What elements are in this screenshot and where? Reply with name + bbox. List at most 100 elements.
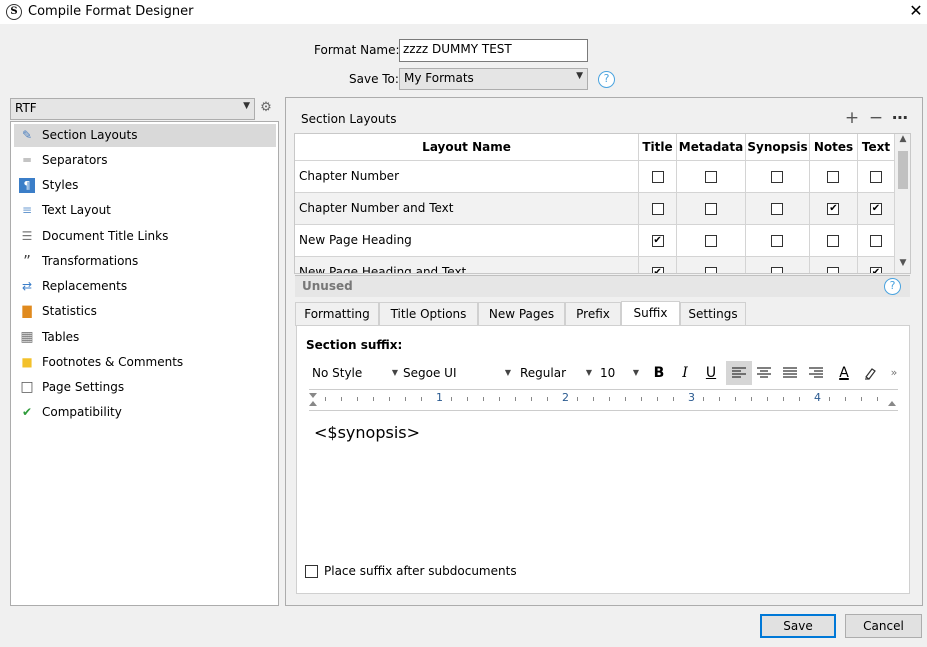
column-header-metadata[interactable]: Metadata xyxy=(676,134,746,161)
font-size-dropdown[interactable]: 10 ▼ xyxy=(600,361,641,385)
text-checkbox[interactable]: ✔ xyxy=(869,266,882,273)
layout-name-cell: New Page Heading xyxy=(295,224,640,257)
sidebar-item-compatibility[interactable]: ✔ Compatibility xyxy=(14,401,276,424)
sidebar-item-section-layouts[interactable]: ✎ Section Layouts xyxy=(14,124,276,147)
italic-button[interactable]: I xyxy=(674,361,696,385)
first-line-indent-marker[interactable] xyxy=(309,393,317,398)
font-size-value: 10 xyxy=(600,366,616,380)
gear-icon[interactable]: ⚙ xyxy=(259,101,273,115)
save-button[interactable]: Save xyxy=(760,614,836,638)
sidebar-item-separators[interactable]: ═ Separators xyxy=(14,149,276,172)
align-center-button[interactable] xyxy=(753,361,775,385)
metadata-checkbox[interactable] xyxy=(705,202,717,215)
sidebar-item-replacements[interactable]: ⇄ Replacements xyxy=(14,275,276,298)
metadata-checkbox[interactable] xyxy=(705,170,717,183)
sidebar-item-transformations[interactable]: ” Transformations xyxy=(14,250,276,273)
scroll-up-icon[interactable]: ▲ xyxy=(895,134,910,149)
metadata-cell xyxy=(676,224,746,257)
table-row[interactable]: Chapter Number xyxy=(295,160,896,193)
sidebar-item-statistics[interactable]: ▇ Statistics xyxy=(14,300,276,323)
notes-checkbox[interactable] xyxy=(827,234,840,247)
unused-section[interactable]: Unused ? xyxy=(295,275,910,297)
column-header-synopsis[interactable]: Synopsis xyxy=(745,134,810,161)
text-checkbox[interactable] xyxy=(869,170,882,183)
sidebar-item-text-layout[interactable]: ≡ Text Layout xyxy=(14,199,276,222)
column-header-notes[interactable]: Notes xyxy=(809,134,858,161)
title-checkbox[interactable]: ✔ xyxy=(651,266,664,273)
synopsis-checkbox[interactable] xyxy=(771,202,784,215)
synopsis-checkbox[interactable] xyxy=(771,234,784,247)
quotes-icon: ” xyxy=(23,252,31,270)
format-name-input[interactable]: zzzz DUMMY TEST xyxy=(399,39,588,62)
notes-checkbox[interactable]: ✔ xyxy=(827,202,840,215)
notes-cell xyxy=(809,224,858,257)
add-layout-button[interactable]: + xyxy=(844,109,860,127)
align-justify-button[interactable] xyxy=(779,361,801,385)
title-checkbox[interactable]: ✔ xyxy=(651,234,664,247)
help-icon[interactable]: ? xyxy=(598,71,615,88)
tab-suffix[interactable]: Suffix xyxy=(621,301,680,326)
highlight-button[interactable] xyxy=(859,361,881,385)
text-color-button[interactable]: A xyxy=(833,361,855,385)
place-suffix-checkbox[interactable] xyxy=(305,565,318,578)
table-row[interactable]: Chapter Number and Text ✔ ✔ xyxy=(295,192,896,225)
help-icon[interactable]: ? xyxy=(884,278,901,295)
align-left-button[interactable] xyxy=(726,361,752,385)
synopsis-cell xyxy=(745,192,810,225)
sidebar-item-footnotes-comments[interactable]: ■ Footnotes & Comments xyxy=(14,351,276,374)
notes-cell xyxy=(809,160,858,193)
tab-title-options[interactable]: Title Options xyxy=(379,302,478,326)
synopsis-checkbox[interactable] xyxy=(771,266,784,273)
save-to-value: My Formats xyxy=(404,71,474,85)
text-checkbox[interactable] xyxy=(869,234,882,247)
table-row[interactable]: New Page Heading and Text ✔ ✔ xyxy=(295,256,896,273)
output-type-dropdown[interactable]: RTF ▼ xyxy=(10,98,255,120)
left-indent-marker[interactable] xyxy=(309,401,317,406)
sidebar-item-page-settings[interactable]: □ Page Settings xyxy=(14,376,276,399)
font-weight-dropdown[interactable]: Regular ▼ xyxy=(520,361,594,385)
tab-new-pages[interactable]: New Pages xyxy=(478,302,565,326)
notes-checkbox[interactable] xyxy=(827,170,840,183)
synopsis-checkbox[interactable] xyxy=(771,170,784,183)
ruler[interactable]: 1 2 3 4 xyxy=(309,389,898,411)
text-checkbox[interactable]: ✔ xyxy=(869,202,882,215)
page-icon: □ xyxy=(20,379,34,395)
more-toolbar-icon[interactable]: » xyxy=(883,361,905,385)
tab-prefix[interactable]: Prefix xyxy=(565,302,621,326)
scroll-down-icon[interactable]: ▼ xyxy=(895,258,910,273)
table-row[interactable]: New Page Heading ✔ xyxy=(295,224,896,257)
align-right-button[interactable] xyxy=(805,361,827,385)
save-to-dropdown[interactable]: My Formats ▼ xyxy=(399,68,588,90)
synopsis-cell xyxy=(745,160,810,193)
tab-formatting[interactable]: Formatting xyxy=(295,302,379,326)
metadata-checkbox[interactable] xyxy=(705,234,717,247)
scrollbar-thumb[interactable] xyxy=(898,151,908,189)
title-checkbox[interactable] xyxy=(651,170,664,183)
table-scrollbar[interactable]: ▲ ▼ xyxy=(895,134,910,273)
separator-icon: ═ xyxy=(23,153,31,167)
font-family-dropdown[interactable]: Segoe UI ▼ xyxy=(403,361,513,385)
underline-button[interactable]: U xyxy=(700,361,722,385)
style-dropdown[interactable]: No Style ▼ xyxy=(312,361,400,385)
suffix-editor[interactable]: <$synopsis> xyxy=(306,414,904,554)
remove-layout-button[interactable]: − xyxy=(868,109,884,127)
sidebar-item-document-title-links[interactable]: ☰ Document Title Links xyxy=(14,225,276,248)
scrivener-logo-icon: S xyxy=(6,4,22,20)
sidebar-item-tables[interactable]: ▦ Tables xyxy=(14,326,276,349)
close-icon[interactable]: ✕ xyxy=(905,0,927,24)
tab-settings[interactable]: Settings xyxy=(680,302,746,326)
column-header-title[interactable]: Title xyxy=(638,134,678,161)
column-header-text[interactable]: Text xyxy=(857,134,896,161)
sidebar-item-label: Transformations xyxy=(42,254,139,268)
metadata-checkbox[interactable] xyxy=(705,266,717,273)
more-options-icon[interactable]: ⋯ xyxy=(891,109,909,127)
cancel-button[interactable]: Cancel xyxy=(845,614,922,638)
sidebar-item-styles[interactable]: ¶ Styles xyxy=(14,174,276,197)
right-indent-marker[interactable] xyxy=(888,401,896,406)
section-layouts-title: Section Layouts xyxy=(301,112,397,126)
notes-checkbox[interactable] xyxy=(827,266,840,273)
title-checkbox[interactable] xyxy=(651,202,664,215)
column-header-layout-name[interactable]: Layout Name xyxy=(295,134,640,161)
text-cell xyxy=(857,224,896,257)
bold-button[interactable]: B xyxy=(648,361,670,385)
